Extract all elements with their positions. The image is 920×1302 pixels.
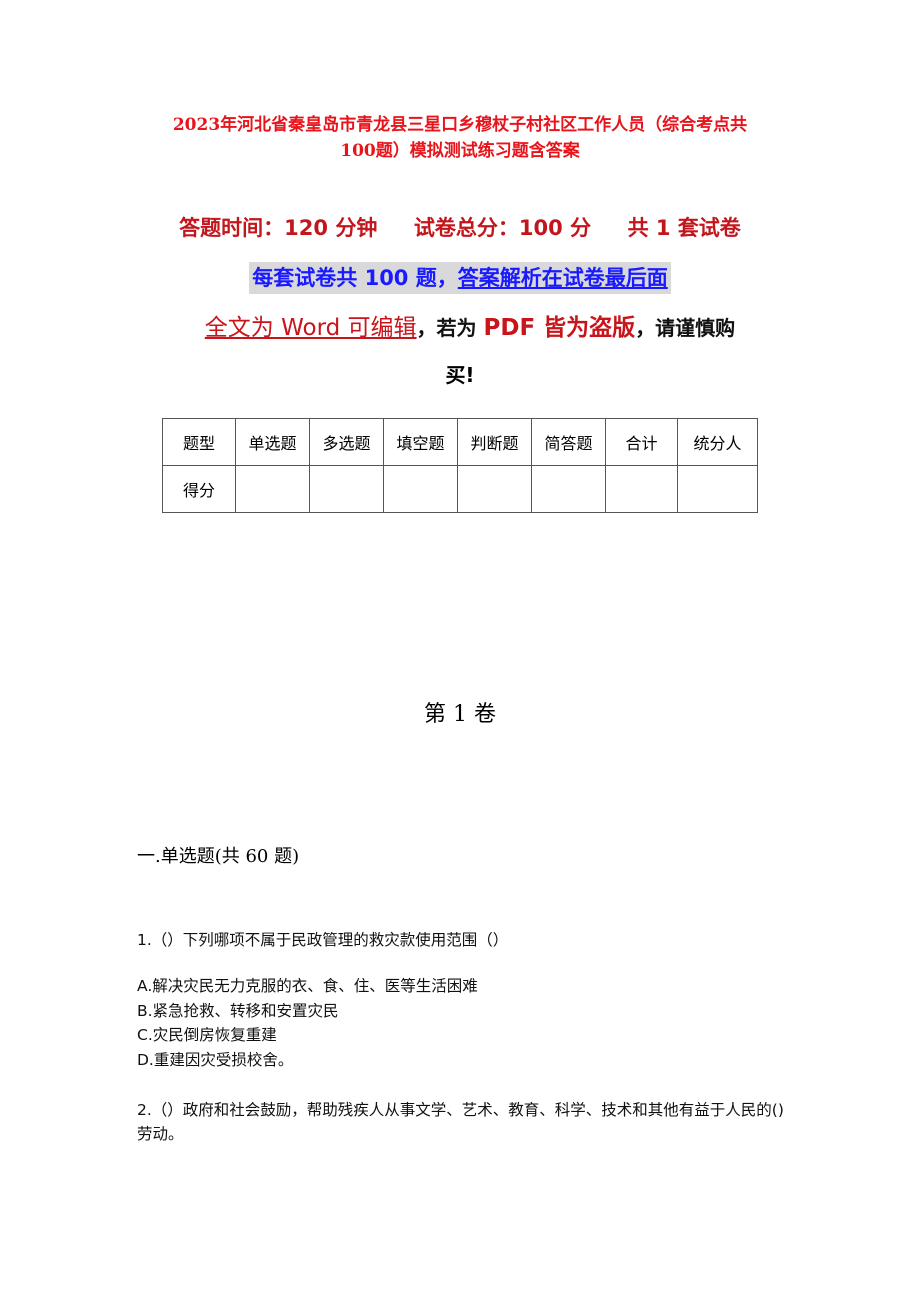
section-heading: 一.单选题(共 60 题): [137, 846, 300, 867]
score-cell: [605, 465, 678, 513]
score-table-header-row: 题型 单选题 多选题 填空题 判断题 简答题 合计 统分人: [162, 418, 758, 466]
score-cell: [383, 465, 458, 513]
question-1-text: 1.（）下列哪项不属于民政管理的救灾款使用范围（）: [137, 931, 509, 949]
question-2-text: 2.（）政府和社会鼓励，帮助残疾人从事文学、艺术、教育、科学、技术和其他有益于人…: [137, 1101, 784, 1143]
header-cell: 多选题: [309, 418, 384, 466]
question-1-options: A.解决灾民无力克服的衣、食、住、医等生活困难 B.紧急抢救、转移和安置灾民 C…: [137, 974, 478, 1072]
header-cell: 简答题: [531, 418, 606, 466]
score-cell: [235, 465, 310, 513]
notice-banner: 每套试卷共 100 题，答案解析在试卷最后面: [0, 262, 920, 294]
pdf-piracy-text: PDF 皆为盗版: [483, 315, 636, 341]
header-cell: 判断题: [457, 418, 532, 466]
score-table-row: 得分: [162, 465, 758, 513]
score-table: 题型 单选题 多选题 填空题 判断题 简答题 合计 统分人 得分: [162, 418, 758, 513]
row-label-cell: 得分: [162, 465, 236, 513]
score-cell: [457, 465, 532, 513]
edit-notice-text-2: ，请谨慎购: [635, 316, 736, 340]
score-cell: [677, 465, 758, 513]
edit-notice-text-1: ，若为: [416, 316, 484, 340]
header-cell: 题型: [162, 418, 236, 466]
option-b: B.紧急抢救、转移和安置灾民: [137, 1001, 339, 1020]
option-d: D.重建因灾受损校舍。: [137, 1050, 294, 1069]
header-cell: 统分人: [677, 418, 758, 466]
editable-word-link[interactable]: 全文为 Word 可编辑: [205, 315, 417, 341]
score-cell: [309, 465, 384, 513]
score-cell: [531, 465, 606, 513]
option-c: C.灾民倒房恢复重建: [137, 1026, 277, 1044]
notice-part-2-link[interactable]: 答案解析在试卷最后面: [458, 266, 668, 290]
header-cell: 单选题: [235, 418, 310, 466]
volume-heading: 第 1 卷: [424, 702, 496, 727]
title-line-1: 2023年河北省秦皇岛市青龙县三星口乡穆杖子村社区工作人员（综合考点共: [172, 115, 748, 135]
edit-notice-tail: 买!: [445, 363, 475, 387]
header-cell: 合计: [605, 418, 678, 466]
notice-part-1: 每套试卷共 100 题，: [252, 266, 458, 290]
header-cell: 填空题: [383, 418, 458, 466]
document-title: 2023年河北省秦皇岛市青龙县三星口乡穆杖子村社区工作人员（综合考点共 100题…: [130, 112, 790, 164]
exam-info-line: 答题时间：120 分钟 试卷总分：100 分 共 1 套试卷: [179, 216, 741, 240]
title-line-2: 100题）模拟测试练习题含答案: [340, 141, 580, 161]
edit-notice: 全文为 Word 可编辑，若为 PDF 皆为盗版，请谨慎购: [150, 308, 790, 348]
notice-highlight: 每套试卷共 100 题，答案解析在试卷最后面: [249, 262, 671, 294]
option-a: A.解决灾民无力克服的衣、食、住、医等生活困难: [137, 977, 478, 995]
